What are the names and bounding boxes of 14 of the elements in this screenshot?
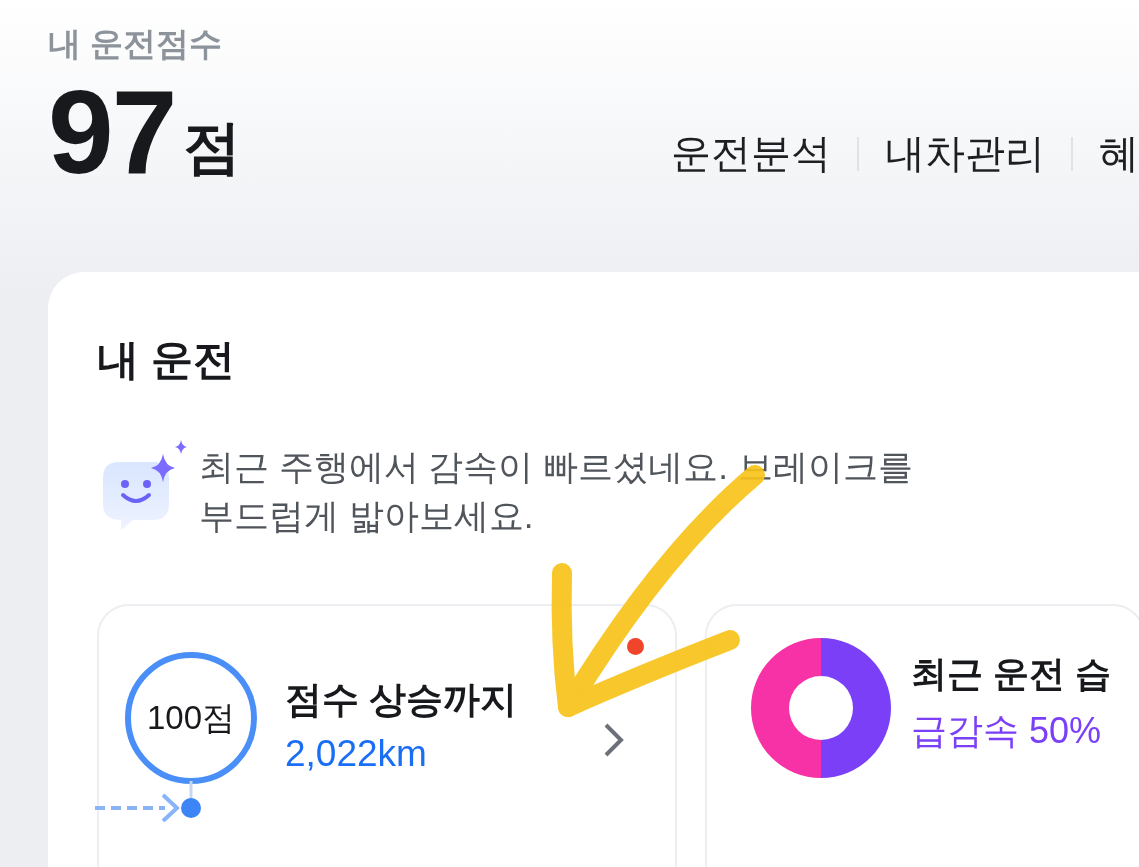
chevron-right-icon[interactable] (603, 722, 625, 758)
tile-value: 2,022km (285, 733, 427, 775)
goal-score: 100점 (145, 698, 237, 738)
score-unit: 점 (183, 113, 242, 181)
section-label: 내 운전점수 (48, 24, 223, 64)
tile-title: 최근 운전 습 (911, 652, 1111, 696)
tile-title: 점수 상승까지 (285, 678, 518, 722)
card-title: 내 운전 (97, 335, 235, 385)
tile-value: 급감속 50% (911, 709, 1102, 753)
nav-link[interactable]: 혜 (1099, 126, 1139, 181)
nav-link[interactable]: 운전분석 (671, 126, 831, 181)
tip-message: 최근 주행에서 감속이 빠르셨네요. 브레이크를 부드럽게 밟아보세요. (199, 446, 914, 537)
nav-link[interactable]: 내차관리 (885, 126, 1045, 181)
score-value: 97 (48, 73, 176, 191)
